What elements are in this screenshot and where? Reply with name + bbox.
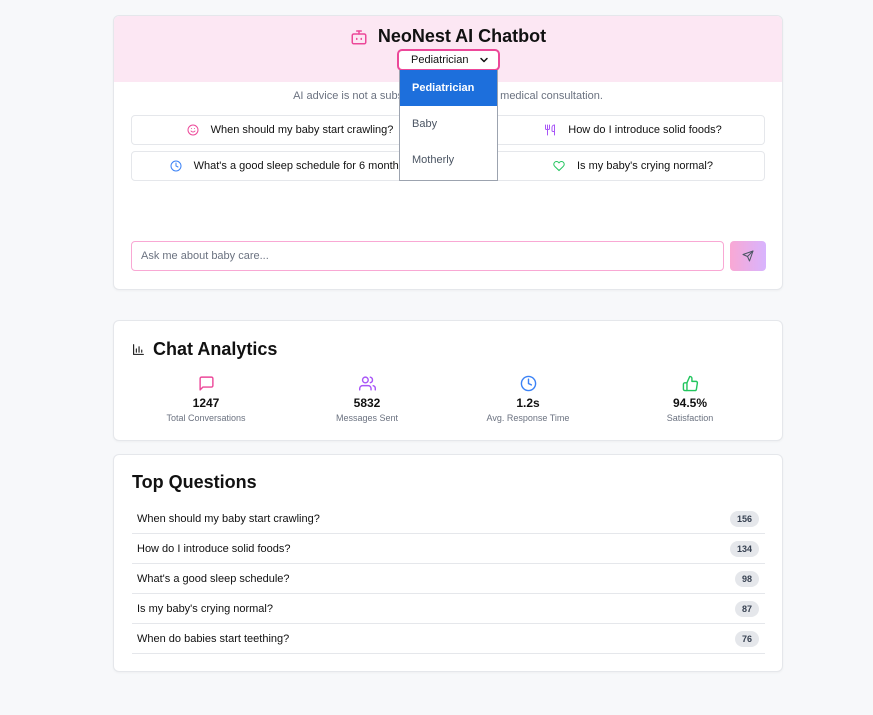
stat-value: 1.2s <box>516 396 540 410</box>
count-badge: 98 <box>734 570 759 587</box>
stat-satisfaction: 94.5% Satisfaction <box>615 375 765 423</box>
stat-value: 5832 <box>353 396 381 410</box>
analytics-heading: Chat Analytics <box>132 339 277 360</box>
users-icon <box>358 376 376 391</box>
dropdown-option-pediatrician[interactable]: Pediatrician <box>400 70 497 106</box>
top-question-text: Is my baby's crying normal? <box>137 602 273 615</box>
top-question-text: What's a good sleep schedule? <box>137 572 290 585</box>
mode-select[interactable]: Pediatrician <box>397 49 500 71</box>
send-icon <box>742 250 754 262</box>
send-button[interactable] <box>730 241 766 271</box>
heart-icon <box>553 160 565 172</box>
stat-label: Avg. Response Time <box>486 413 570 423</box>
message-square-icon <box>198 376 214 391</box>
clock-icon <box>170 160 182 172</box>
chevron-down-icon <box>480 57 488 63</box>
stat-label: Satisfaction <box>666 413 714 423</box>
count-badge: 87 <box>734 600 759 617</box>
top-questions-title: Top Questions <box>132 472 257 492</box>
thumbs-up-icon <box>682 375 698 392</box>
utensils-icon <box>545 124 556 136</box>
top-question-row[interactable]: How do I introduce solid foods? 134 <box>132 534 765 564</box>
bot-icon <box>351 29 367 44</box>
quick-question-label: How do I introduce solid foods? <box>568 124 722 136</box>
mode-dropdown-list: Pediatrician Baby Motherly <box>399 70 498 181</box>
count-badge: 156 <box>729 510 759 527</box>
disclaimer-text-left: AI advice is not a subs <box>293 90 404 102</box>
analytics-title: Chat Analytics <box>153 339 278 359</box>
top-questions-card: Top Questions When should my baby start … <box>113 454 783 672</box>
stat-value: 1247 <box>192 396 220 410</box>
stat-total-conversations: 1247 Total Conversations <box>131 375 281 423</box>
count-badge: 76 <box>734 630 759 647</box>
stat-label: Total Conversations <box>166 413 246 423</box>
top-question-text: How do I introduce solid foods? <box>137 542 291 555</box>
chat-input[interactable]: Ask me about baby care... <box>131 241 724 271</box>
chat-input-placeholder: Ask me about baby care... <box>141 250 269 262</box>
stat-value: 94.5% <box>672 396 708 410</box>
disclaimer-text-right: medical consultation. <box>500 90 603 102</box>
quick-question-label: What's a good sleep schedule for 6 month… <box>193 160 411 172</box>
top-question-row[interactable]: When do babies start teething? 76 <box>132 624 765 654</box>
bar-chart-icon <box>133 344 144 355</box>
stat-messages-sent: 5832 Messages Sent <box>292 375 442 423</box>
quick-question-label: Is my baby's crying normal? <box>577 160 713 172</box>
stat-avg-response-time: 1.2s Avg. Response Time <box>453 375 603 423</box>
clock-icon <box>520 375 536 392</box>
top-question-text: When should my baby start crawling? <box>137 512 320 525</box>
smile-icon <box>187 124 199 136</box>
quick-question-label: When should my baby start crawling? <box>210 124 394 136</box>
top-question-row[interactable]: Is my baby's crying normal? 87 <box>132 594 765 624</box>
top-question-row[interactable]: When should my baby start crawling? 156 <box>132 504 765 534</box>
top-question-text: When do babies start teething? <box>137 632 290 645</box>
chat-title: NeoNest AI Chatbot <box>377 26 547 46</box>
count-badge: 134 <box>729 540 759 557</box>
top-question-row[interactable]: What's a good sleep schedule? 98 <box>132 564 765 594</box>
analytics-card: Chat Analytics 1247 Total Conversations … <box>113 320 783 441</box>
dropdown-option-baby[interactable]: Baby <box>400 106 497 142</box>
mode-select-value: Pediatrician <box>411 54 469 66</box>
stat-label: Messages Sent <box>335 413 399 423</box>
dropdown-option-motherly[interactable]: Motherly <box>400 142 497 178</box>
